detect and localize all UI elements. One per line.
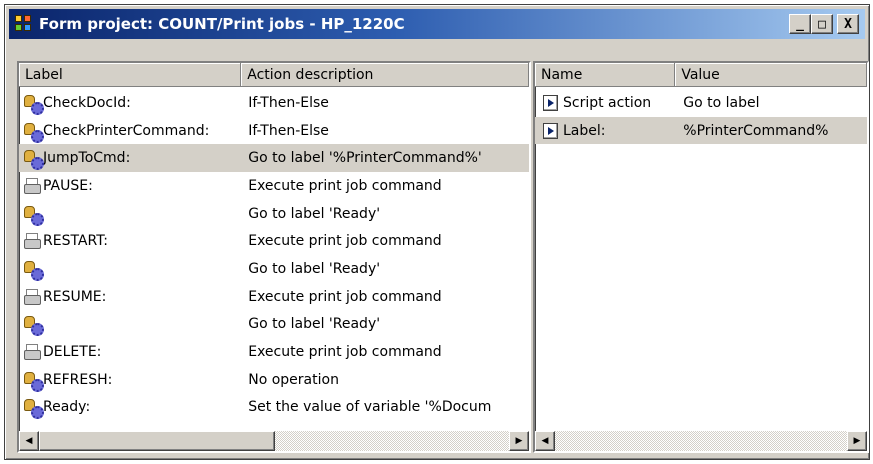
label-cell: REFRESH: <box>19 366 241 394</box>
action-description: Go to label 'Ready' <box>248 260 381 277</box>
printer-icon <box>23 232 41 250</box>
property-name-cell: Label: <box>535 117 675 145</box>
action-description: If-Then-Else <box>248 94 329 111</box>
action-description: Set the value of variable '%Docum <box>248 399 492 416</box>
label-cell <box>19 311 241 339</box>
column-header-value[interactable]: Value <box>675 63 867 87</box>
property-row[interactable]: Script action Go to label <box>535 89 867 117</box>
action-row[interactable]: REFRESH: No operation <box>19 366 529 394</box>
gear-person-icon <box>23 122 44 143</box>
action-row[interactable]: Ready: Set the value of variable '%Docum <box>19 394 529 422</box>
actions-horizontal-scrollbar[interactable]: ◀ ▶ <box>19 431 529 451</box>
property-value: %PrinterCommand% <box>683 122 829 139</box>
app-icon <box>15 15 33 33</box>
label-cell: CheckDocId: <box>19 89 241 117</box>
gear-person-icon <box>23 94 44 115</box>
form-project-window: Form project: COUNT/Print jobs - HP_1220… <box>4 4 870 460</box>
action-description: Execute print job command <box>248 344 442 361</box>
property-value: Go to label <box>683 94 760 111</box>
action-label: REFRESH: <box>43 371 113 388</box>
window-title: Form project: COUNT/Print jobs - HP_1220… <box>39 15 405 33</box>
action-description: Execute print job command <box>248 288 442 305</box>
scroll-left-button[interactable]: ◀ <box>19 431 39 451</box>
action-row[interactable]: Go to label 'Ready' <box>19 255 529 283</box>
actions-list-header: Label Action description <box>19 63 529 87</box>
column-header-label[interactable]: Label <box>19 63 242 87</box>
actions-list: CheckDocId: If-Then-Else CheckPrinterComma… <box>19 89 529 421</box>
column-header-action-description[interactable]: Action description <box>241 63 529 87</box>
gear-person-icon <box>23 260 44 281</box>
close-button[interactable]: X <box>837 14 859 34</box>
properties-header: Name Value <box>535 63 867 87</box>
action-label: RESTART: <box>43 233 108 250</box>
script-icon <box>543 94 558 111</box>
gear-person-icon <box>23 398 44 420</box>
action-label: Ready: <box>43 399 91 416</box>
printer-icon <box>23 343 41 361</box>
minimize-button[interactable]: _ <box>789 14 811 34</box>
action-description: Go to label '%PrinterCommand%' <box>248 150 482 167</box>
title-bar[interactable]: Form project: COUNT/Print jobs - HP_1220… <box>9 9 865 39</box>
action-row[interactable]: PAUSE: Execute print job command <box>19 172 529 200</box>
printer-icon <box>23 288 41 306</box>
action-label: CheckDocId: <box>43 94 131 111</box>
property-name: Label: <box>563 122 606 139</box>
action-row[interactable]: DELETE: Execute print job command <box>19 338 529 366</box>
actions-list-pane: Label Action description CheckDocId: If-T… <box>17 61 531 453</box>
action-label: DELETE: <box>43 344 102 361</box>
action-row[interactable]: JumpToCmd: Go to label '%PrinterCommand%' <box>19 144 529 173</box>
gear-person-icon <box>23 149 44 171</box>
printer-icon <box>23 177 41 195</box>
property-row[interactable]: Label: %PrinterCommand% <box>535 116 867 145</box>
action-description: Execute print job command <box>248 177 442 194</box>
action-description: Execute print job command <box>248 233 442 250</box>
label-cell: Ready: <box>19 394 241 422</box>
scroll-left-button[interactable]: ◀ <box>535 431 555 451</box>
gear-person-icon <box>23 371 44 392</box>
label-cell: DELETE: <box>19 338 241 366</box>
scroll-thumb[interactable] <box>39 431 275 451</box>
action-row[interactable]: CheckDocId: If-Then-Else <box>19 89 529 117</box>
action-row[interactable]: Go to label 'Ready' <box>19 200 529 228</box>
action-row[interactable]: CheckPrinterCommand: If-Then-Else <box>19 117 529 145</box>
label-cell: RESTART: <box>19 227 241 255</box>
action-label: CheckPrinterCommand: <box>43 122 210 139</box>
label-cell: CheckPrinterCommand: <box>19 117 241 145</box>
action-description: Go to label 'Ready' <box>248 316 381 333</box>
gear-person-icon <box>23 205 44 226</box>
action-row[interactable]: RESTART: Execute print job command <box>19 227 529 255</box>
action-label: RESUME: <box>43 288 107 305</box>
properties-pane: Name Value Script action Go to label Label… <box>533 61 869 453</box>
action-description: No operation <box>248 371 339 388</box>
label-cell: RESUME: <box>19 283 241 311</box>
label-cell: JumpToCmd: <box>19 144 241 172</box>
action-description: If-Then-Else <box>248 122 329 139</box>
properties-list: Script action Go to label Label: %PrinterCo… <box>535 89 867 145</box>
action-row[interactable]: Go to label 'Ready' <box>19 311 529 339</box>
window-controls: _ □ X <box>787 14 859 34</box>
restore-button[interactable]: □ <box>811 14 833 34</box>
action-label: JumpToCmd: <box>43 150 131 167</box>
action-description: Go to label 'Ready' <box>248 205 381 222</box>
gear-person-icon <box>23 315 44 337</box>
action-label: PAUSE: <box>43 177 93 194</box>
script-icon <box>543 122 558 139</box>
properties-horizontal-scrollbar[interactable]: ◀ ▶ <box>535 431 867 451</box>
label-cell: PAUSE: <box>19 172 241 200</box>
property-name: Script action <box>563 94 652 111</box>
property-name-cell: Script action <box>535 89 675 117</box>
action-row[interactable]: RESUME: Execute print job command <box>19 283 529 311</box>
label-cell <box>19 200 241 228</box>
label-cell <box>19 255 241 283</box>
scroll-right-button[interactable]: ▶ <box>847 431 867 451</box>
scroll-right-button[interactable]: ▶ <box>509 431 529 451</box>
column-header-name[interactable]: Name <box>535 63 676 87</box>
